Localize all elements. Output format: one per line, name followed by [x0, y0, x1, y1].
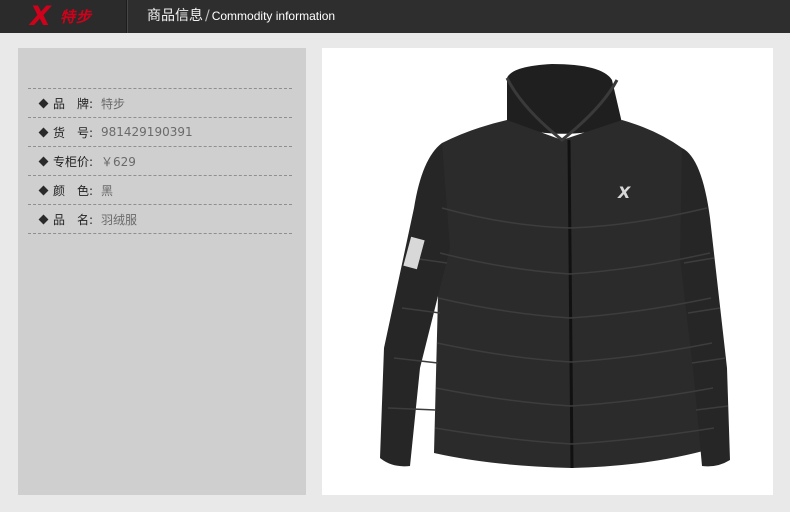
- header-bar: X 特步 商品信息 / Commodity information: [0, 0, 790, 33]
- header-divider: [126, 0, 128, 33]
- brand-logo-text: 特步: [60, 8, 93, 26]
- section-title-separator: /: [205, 8, 210, 24]
- diamond-bullet-icon: [38, 214, 49, 224]
- product-info-list: 品 牌: 特步 货 号: 981429190391 专柜价: ￥629 颜 色:…: [28, 88, 292, 234]
- product-info-panel: 品 牌: 特步 货 号: 981429190391 专柜价: ￥629 颜 色:…: [18, 48, 306, 495]
- brand-logo[interactable]: X 特步: [0, 0, 126, 33]
- info-row-color: 颜 色: 黑: [28, 176, 292, 205]
- diamond-bullet-icon: [38, 127, 49, 137]
- section-title: 商品信息 / Commodity information: [147, 7, 335, 25]
- info-label: 专柜价:: [53, 154, 94, 169]
- info-row-sku: 货 号: 981429190391: [28, 118, 292, 147]
- jacket-body: [434, 120, 714, 468]
- product-photo-panel: X: [322, 48, 773, 495]
- info-row-brand: 品 牌: 特步: [28, 89, 292, 118]
- section-title-en: Commodity information: [211, 9, 336, 23]
- diamond-bullet-icon: [38, 185, 49, 195]
- info-value: 特步: [101, 96, 126, 111]
- brand-x-icon: X: [30, 1, 51, 32]
- jacket-x-logo-icon: X: [617, 183, 631, 202]
- diamond-bullet-icon: [38, 98, 49, 108]
- info-value: ￥629: [101, 154, 136, 169]
- diamond-bullet-icon: [38, 156, 49, 166]
- info-label: 颜 色:: [53, 183, 94, 198]
- info-row-name: 品 名: 羽绒服: [28, 205, 292, 234]
- info-row-price: 专柜价: ￥629: [28, 147, 292, 176]
- info-value: 黑: [101, 183, 114, 198]
- info-value: 羽绒服: [101, 212, 138, 227]
- section-title-cn: 商品信息: [147, 8, 203, 24]
- info-label: 品 名:: [53, 212, 94, 227]
- info-label: 品 牌:: [53, 96, 94, 111]
- jacket-product-image: X: [380, 64, 730, 469]
- info-value: 981429190391: [101, 125, 193, 139]
- info-label: 货 号:: [53, 125, 94, 140]
